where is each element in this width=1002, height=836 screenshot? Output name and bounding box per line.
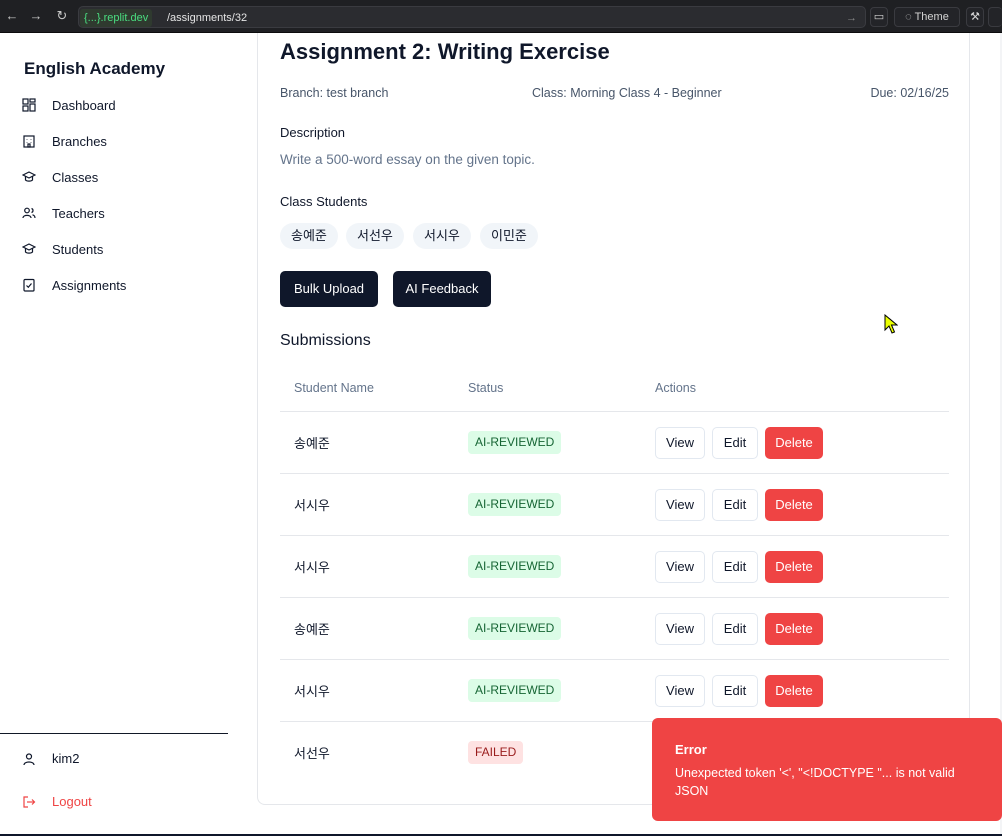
sidebar: English Academy Dashboard Branches Class…	[0, 33, 228, 836]
logout-label: Logout	[52, 794, 92, 809]
domain-label: {...}.replit.dev	[80, 9, 153, 27]
view-button[interactable]: View	[655, 489, 705, 521]
column-header: Status	[468, 381, 504, 395]
sidebar-item-classes[interactable]: Classes	[22, 165, 98, 189]
description-label: Description	[280, 125, 346, 140]
delete-button[interactable]: Delete	[765, 613, 823, 645]
sidebar-item-label: Teachers	[52, 205, 105, 221]
sidebar-item-dashboard[interactable]: Dashboard	[22, 93, 116, 117]
status-badge: AI-REVIEWED	[468, 617, 562, 640]
user-profile[interactable]: kim2	[22, 751, 79, 766]
sidebar-item-teachers[interactable]: Teachers	[22, 201, 105, 225]
due-date: Due: 02/16/25	[870, 86, 949, 100]
theme-label: Theme	[914, 11, 949, 23]
student-chip: 서시우	[413, 223, 471, 249]
class-info: Class: Morning Class 4 - Beginner	[532, 86, 722, 100]
clipboard-check-icon	[23, 278, 35, 292]
sidebar-item-label: Students	[52, 241, 104, 257]
page-title: Assignment 2: Writing Exercise	[280, 39, 610, 64]
toast-message: Unexpected token '<', "<!DOCTYPE "... is…	[675, 766, 955, 798]
more-icon[interactable]	[988, 7, 1002, 27]
edit-button[interactable]: Edit	[712, 427, 758, 459]
student-name: 서시우	[294, 560, 330, 575]
browser-toolbar: ← → ↻ {...}.replit.dev /assignments/32 →…	[0, 0, 1002, 33]
view-button[interactable]: View	[655, 551, 705, 583]
wrench-icon[interactable]: ⚒	[966, 7, 984, 27]
delete-button[interactable]: Delete	[765, 551, 823, 583]
column-header: Student Name	[294, 381, 374, 395]
user-icon	[23, 752, 35, 765]
student-name: 송예준	[294, 436, 330, 451]
devices-icon[interactable]: ▭	[870, 7, 888, 27]
edit-button[interactable]: Edit	[712, 613, 758, 645]
graduation-cap-icon	[22, 243, 36, 254]
sidebar-item-assignments[interactable]: Assignments	[22, 273, 126, 297]
table-row: 송예준 AI-REVIEWED View Edit Delete	[280, 411, 949, 473]
description-text: Write a 500-word essay on the given topi…	[280, 152, 535, 167]
reload-icon[interactable]: ↻	[54, 8, 70, 24]
logout-icon	[23, 795, 36, 808]
theme-button[interactable]: ◌ Theme	[894, 7, 960, 27]
sidebar-divider	[0, 733, 228, 734]
bulk-upload-button[interactable]: Bulk Upload	[280, 271, 378, 307]
back-icon[interactable]: ←	[4, 8, 20, 24]
sidebar-item-label: Dashboard	[52, 97, 116, 113]
status-badge: AI-REVIEWED	[468, 679, 562, 702]
sidebar-item-label: Classes	[52, 169, 99, 185]
view-button[interactable]: View	[655, 427, 705, 459]
status-badge: AI-REVIEWED	[468, 493, 562, 516]
delete-button[interactable]: Delete	[765, 489, 823, 521]
class-students-label: Class Students	[280, 194, 368, 209]
dashboard-icon	[22, 98, 36, 112]
address-bar[interactable]: {...}.replit.dev /assignments/32 →	[78, 6, 866, 28]
branch-info: Branch: test branch	[280, 86, 389, 100]
student-name: 서시우	[294, 684, 330, 699]
graduation-cap-icon	[22, 171, 36, 182]
error-toast[interactable]: Error Unexpected token '<', "<!DOCTYPE "…	[652, 718, 1002, 821]
delete-button[interactable]: Delete	[765, 675, 823, 707]
table-row: 서시우 AI-REVIEWED View Edit Delete	[280, 659, 949, 721]
student-name: 송예준	[294, 622, 330, 637]
table-row: 서시우 AI-REVIEWED View Edit Delete	[280, 473, 949, 535]
url-path: /assignments/32	[167, 12, 248, 24]
mouse-cursor-icon	[884, 314, 898, 334]
student-chip: 이민준	[480, 223, 538, 249]
student-name: 서시우	[294, 498, 330, 513]
edit-button[interactable]: Edit	[712, 675, 758, 707]
toast-title: Error	[675, 742, 707, 757]
edit-button[interactable]: Edit	[712, 489, 758, 521]
edit-button[interactable]: Edit	[712, 551, 758, 583]
status-badge: AI-REVIEWED	[468, 555, 562, 578]
column-header: Actions	[655, 381, 696, 395]
sidebar-item-students[interactable]: Students	[22, 237, 103, 261]
view-button[interactable]: View	[655, 675, 705, 707]
brand-title: English Academy	[24, 59, 166, 78]
go-icon[interactable]: →	[846, 7, 857, 29]
student-name: 서선우	[294, 746, 330, 761]
forward-icon[interactable]: →	[28, 8, 44, 24]
status-badge: AI-REVIEWED	[468, 431, 562, 454]
view-button[interactable]: View	[655, 613, 705, 645]
table-row: 송예준 AI-REVIEWED View Edit Delete	[280, 597, 949, 659]
student-chip: 송예준	[280, 223, 338, 249]
logout-button[interactable]: Logout	[22, 794, 92, 809]
delete-button[interactable]: Delete	[765, 427, 823, 459]
username: kim2	[52, 751, 80, 766]
sidebar-item-branches[interactable]: Branches	[22, 129, 107, 153]
users-icon	[22, 207, 36, 219]
assignment-card: Assignment 2: Writing Exercise Branch: t…	[257, 33, 970, 805]
palette-icon: ◌	[905, 11, 912, 23]
table-row: 서시우 AI-REVIEWED View Edit Delete	[280, 535, 949, 597]
building-icon	[23, 135, 35, 148]
ai-feedback-button[interactable]: AI Feedback	[393, 271, 491, 307]
status-badge: FAILED	[468, 741, 524, 764]
sidebar-item-label: Assignments	[52, 277, 127, 293]
sidebar-item-label: Branches	[52, 133, 107, 149]
submissions-title: Submissions	[280, 332, 371, 349]
student-chip: 서선우	[346, 223, 404, 249]
